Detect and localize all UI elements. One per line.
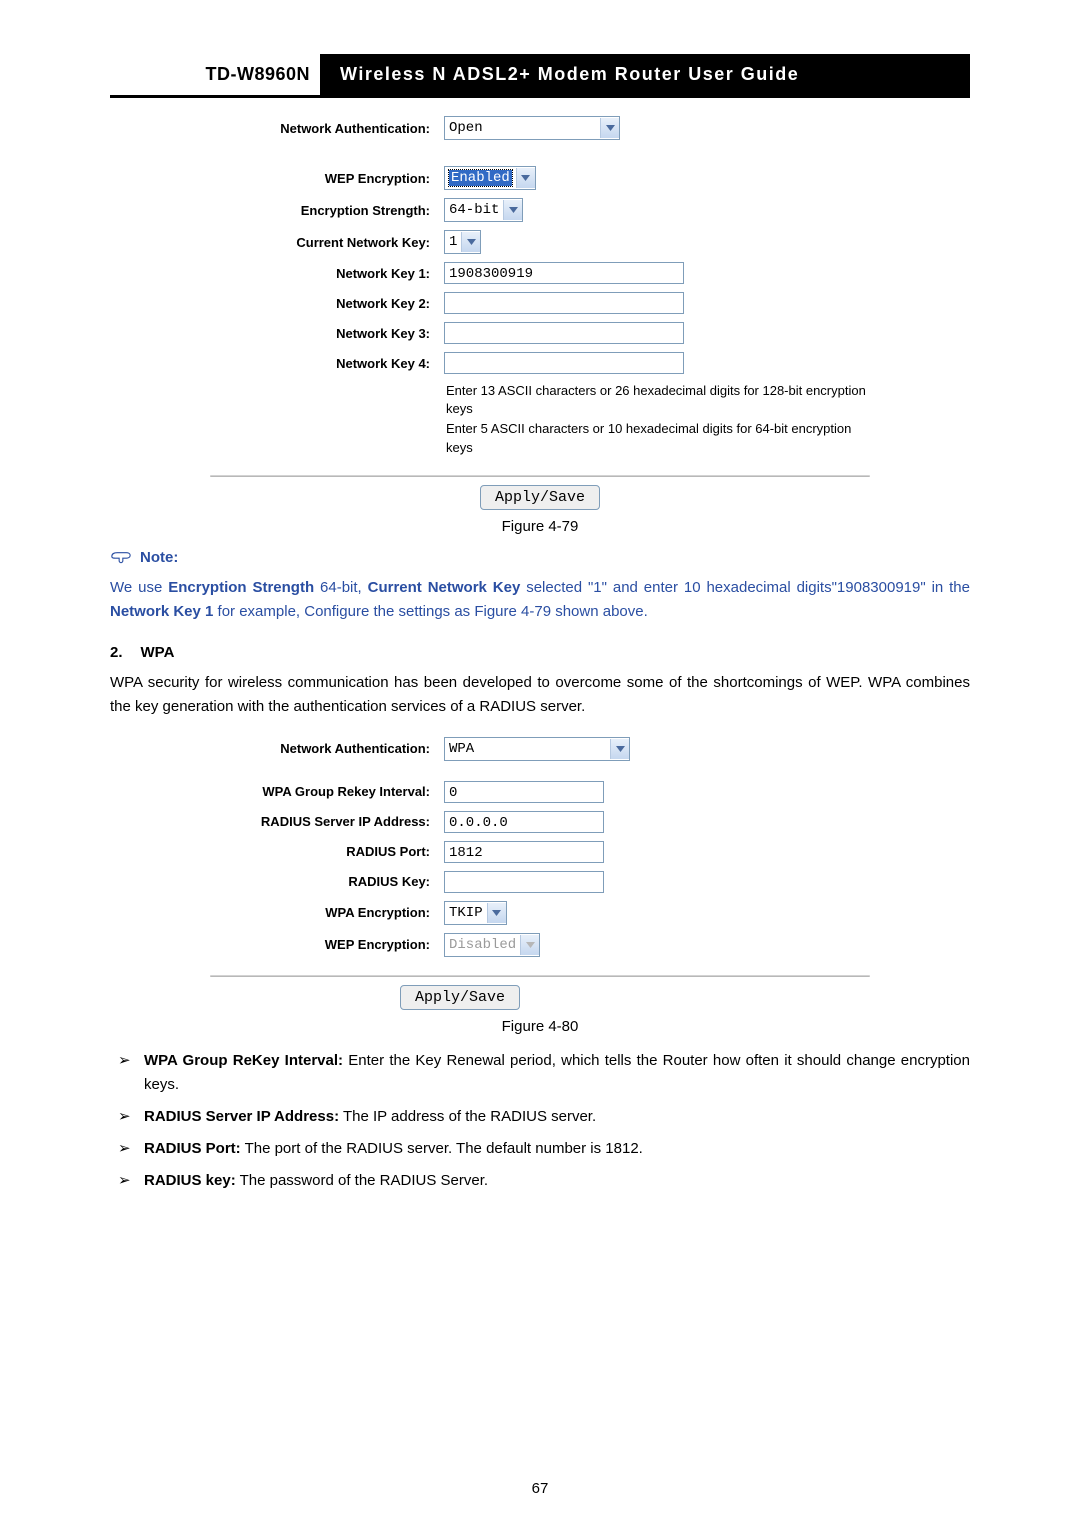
network-key-3-label: Network Key 3: — [210, 326, 444, 341]
network-auth-value: Open — [449, 120, 483, 136]
apply-save-button[interactable]: Apply/Save — [400, 985, 520, 1010]
note-bold: Network Key 1 — [110, 603, 213, 620]
divider — [210, 975, 870, 977]
apply-save-button[interactable]: Apply/Save — [480, 485, 600, 510]
encryption-strength-select[interactable]: 64-bit — [444, 198, 523, 222]
radius-port-label: RADIUS Port: — [210, 844, 444, 859]
chevron-down-icon — [520, 935, 539, 955]
wpa-heading: 2. WPA — [110, 644, 970, 661]
current-network-key-value: 1 — [449, 234, 457, 250]
note-bold: Encryption Strength — [168, 579, 314, 596]
note-text: We use — [110, 579, 168, 596]
bullet-desc: The IP address of the RADIUS server. — [339, 1108, 596, 1125]
wpa-encryption-select[interactable]: TKIP — [444, 901, 507, 925]
divider — [210, 475, 870, 477]
network-auth-value: WPA — [449, 741, 474, 757]
encryption-strength-label: Encryption Strength: — [210, 203, 444, 218]
radius-key-input[interactable] — [444, 871, 604, 893]
figure-80-caption: Figure 4-80 — [110, 1018, 970, 1035]
section-title: WPA — [141, 644, 175, 661]
note-text: for example, Configure the settings as F… — [213, 603, 647, 620]
network-key-2-label: Network Key 2: — [210, 296, 444, 311]
wep-encryption-label: WEP Encryption: — [210, 937, 444, 952]
wpa-encryption-label: WPA Encryption: — [210, 905, 444, 920]
radius-ip-label: RADIUS Server IP Address: — [210, 814, 444, 829]
wep-encryption-value: Disabled — [449, 937, 516, 953]
network-auth-label: Network Authentication: — [210, 741, 444, 756]
wep-encryption-select[interactable]: Enabled — [444, 166, 536, 190]
radius-port-input[interactable]: 1812 — [444, 841, 604, 863]
note-text: 64-bit, — [314, 579, 368, 596]
chevron-down-icon — [461, 232, 480, 252]
note-text: selected "1" and enter 10 hexadecimal di… — [520, 579, 970, 596]
key-hint-64: Enter 5 ASCII characters or 10 hexadecim… — [446, 420, 870, 456]
feature-list: WPA Group ReKey Interval: Enter the Key … — [110, 1049, 970, 1193]
chevron-down-icon — [600, 118, 619, 138]
network-key-1-input[interactable]: 1908300919 — [444, 262, 684, 284]
network-key-3-input[interactable] — [444, 322, 684, 344]
network-auth-select[interactable]: Open — [444, 116, 620, 140]
network-auth-label: Network Authentication: — [210, 121, 444, 136]
note-body: We use Encryption Strength 64-bit, Curre… — [110, 576, 970, 624]
wpa-paragraph: WPA security for wireless communication … — [110, 671, 970, 719]
bullet-term: RADIUS Server IP Address: — [144, 1108, 339, 1125]
note-label: Note: — [140, 549, 178, 566]
bullet-term: RADIUS key: — [144, 1172, 236, 1189]
wpa-rekey-input[interactable]: 0 — [444, 781, 604, 803]
wpa-encryption-value: TKIP — [449, 905, 483, 921]
chevron-down-icon — [610, 739, 629, 759]
current-network-key-select[interactable]: 1 — [444, 230, 481, 254]
bullet-term: RADIUS Port: — [144, 1140, 241, 1157]
figure-79-caption: Figure 4-79 — [110, 518, 970, 535]
radius-ip-input[interactable]: 0.0.0.0 — [444, 811, 604, 833]
page-header: TD-W8960N Wireless N ADSL2+ Modem Router… — [110, 54, 970, 98]
bullet-desc: The password of the RADIUS Server. — [236, 1172, 488, 1189]
list-item: WPA Group ReKey Interval: Enter the Key … — [114, 1049, 970, 1097]
section-number: 2. — [110, 644, 123, 661]
figure-80-panel: Network Authentication: WPA WPA Group Re… — [210, 737, 870, 957]
network-auth-select[interactable]: WPA — [444, 737, 630, 761]
key-hint-128: Enter 13 ASCII characters or 26 hexadeci… — [446, 382, 870, 418]
wpa-rekey-label: WPA Group Rekey Interval: — [210, 784, 444, 799]
wep-encryption-select: Disabled — [444, 933, 540, 957]
header-model: TD-W8960N — [110, 54, 320, 95]
network-key-4-input[interactable] — [444, 352, 684, 374]
list-item: RADIUS Server IP Address: The IP address… — [114, 1105, 970, 1129]
wep-encryption-label: WEP Encryption: — [210, 171, 444, 186]
chevron-down-icon — [487, 903, 506, 923]
network-key-4-label: Network Key 4: — [210, 356, 444, 371]
current-network-key-label: Current Network Key: — [210, 235, 444, 250]
list-item: RADIUS key: The password of the RADIUS S… — [114, 1169, 970, 1193]
bullet-desc: The port of the RADIUS server. The defau… — [241, 1140, 643, 1157]
encryption-strength-value: 64-bit — [449, 202, 499, 218]
bullet-term: WPA Group ReKey Interval: — [144, 1052, 343, 1069]
list-item: RADIUS Port: The port of the RADIUS serv… — [114, 1137, 970, 1161]
page: TD-W8960N Wireless N ADSL2+ Modem Router… — [0, 0, 1080, 1527]
network-key-2-input[interactable] — [444, 292, 684, 314]
radius-key-label: RADIUS Key: — [210, 874, 444, 889]
figure-79-panel: Network Authentication: Open WEP Encrypt… — [210, 116, 870, 457]
chevron-down-icon — [503, 200, 522, 220]
note-bold: Current Network Key — [368, 579, 521, 596]
header-title: Wireless N ADSL2+ Modem Router User Guid… — [320, 54, 970, 95]
network-key-1-label: Network Key 1: — [210, 266, 444, 281]
chevron-down-icon — [516, 168, 535, 188]
page-number: 67 — [0, 1480, 1080, 1497]
pointing-hand-icon — [110, 549, 132, 565]
wep-encryption-value: Enabled — [449, 170, 512, 186]
note-heading: Note: — [110, 549, 970, 566]
